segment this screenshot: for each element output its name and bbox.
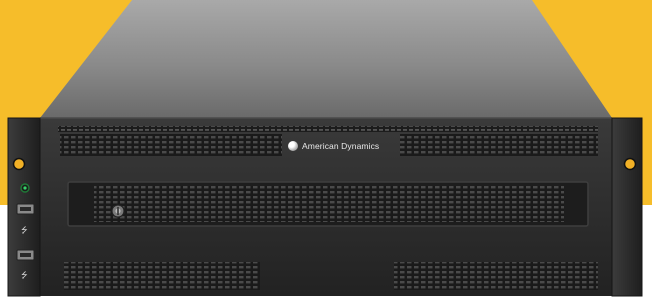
right-ear-screw — [623, 157, 637, 171]
upper-left-vent — [60, 134, 282, 156]
left-ear-screw — [12, 157, 26, 171]
power-led-icon — [20, 183, 30, 193]
svg-text:⭍: ⭍ — [21, 226, 28, 235]
top-cover — [40, 0, 612, 118]
brand-logo-text: American Dynamics — [302, 141, 380, 151]
brand-logo-mark-icon — [288, 141, 298, 151]
svg-text:⭍: ⭍ — [21, 271, 28, 280]
upper-right-vent — [400, 134, 598, 156]
product-photo: ⭍ ⭍ American Dynamics — [0, 0, 652, 299]
lower-left-vent — [64, 262, 260, 290]
top-vent-strip — [58, 126, 598, 132]
drive-bay-vent — [94, 186, 564, 222]
right-rack-ear — [611, 117, 643, 297]
key-lock-icon[interactable] — [111, 204, 125, 218]
brand-logo: American Dynamics — [288, 138, 379, 154]
lower-right-vent — [394, 262, 598, 290]
